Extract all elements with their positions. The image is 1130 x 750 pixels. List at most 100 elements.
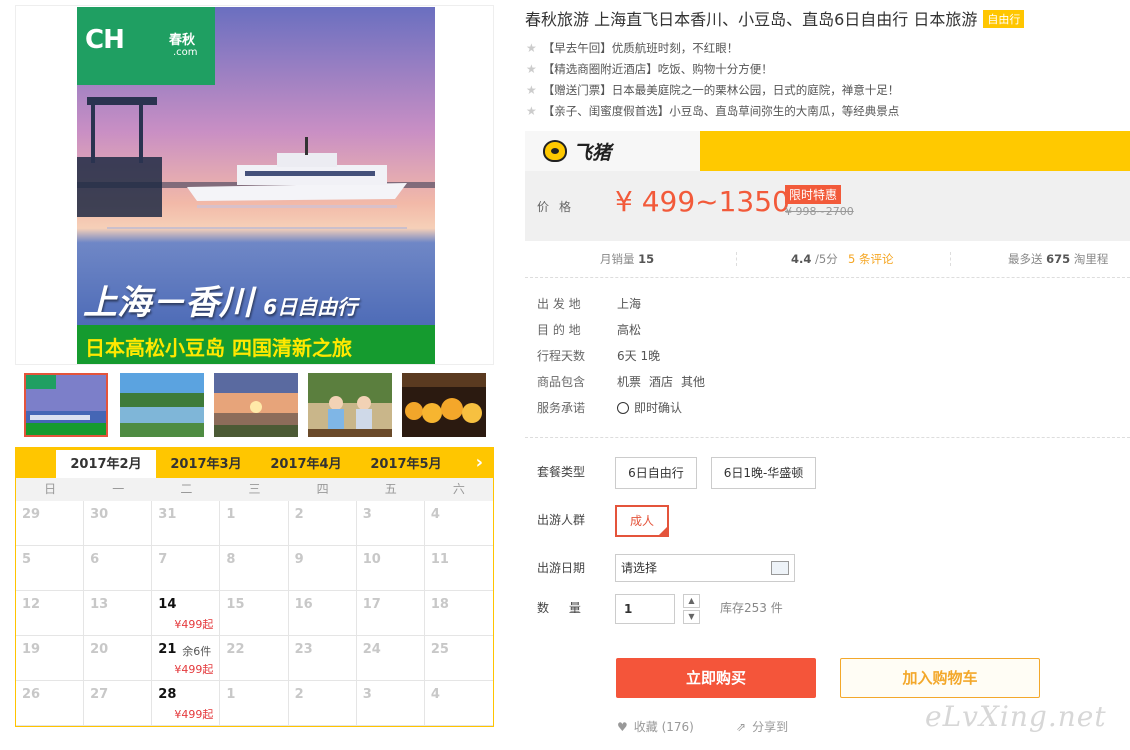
travel-date-label: 出游日期 — [537, 561, 586, 575]
calendar-day-cell: 15 — [220, 591, 289, 636]
calendar-day-cell[interactable]: 21 余6件 ¥499起 — [152, 636, 221, 681]
day-number: 13 — [90, 597, 109, 612]
day-number: 10 — [362, 552, 381, 567]
day-number: 29 — [22, 507, 41, 522]
calendar-day-cell: 26 — [16, 681, 85, 726]
product-title: 春秋旅游 上海直飞日本香川、小豆岛、直岛6日自由行 日本旅游 自由行 — [525, 6, 1025, 30]
thumbnail-1[interactable] — [24, 373, 108, 437]
product-poster: CH 春秋 .com 上海－香川 6日自由行 日本高松小豆岛 四国清新之旅 — [77, 7, 435, 364]
calendar-day-cell: 17 — [356, 591, 425, 636]
traveler-adult-option[interactable]: 成人 — [615, 505, 669, 537]
day-number: 2 — [294, 687, 304, 702]
add-to-cart-button[interactable]: 加入购物车 — [840, 658, 1040, 698]
calendar-day-cell: 19 — [16, 636, 85, 681]
calendar-day-cell: 30 — [84, 501, 153, 546]
confirm-check-icon — [617, 402, 629, 414]
day-number: 22 — [226, 642, 245, 657]
day-number: 30 — [90, 507, 109, 522]
calendar-day-cell: 25 — [424, 636, 493, 681]
calendar-day-cell: 23 — [288, 636, 357, 681]
thumbnail-4[interactable] — [308, 373, 392, 437]
calendar-day-cell[interactable]: 28 ¥499起 — [152, 681, 221, 726]
month-tab-2[interactable]: 2017年3月 — [156, 450, 256, 478]
feature-text: 【早去午回】优质航班时刻，不红眼！ — [542, 41, 739, 55]
logo-cn: 春秋 — [169, 33, 196, 48]
original-price: ¥ 998~2700 — [785, 205, 854, 218]
favorite-link[interactable]: ♥ 收藏 (176) — [617, 718, 694, 735]
stock-count: 库存253 件 — [720, 601, 783, 615]
calendar-day-cell: 11 — [424, 546, 493, 591]
feature-item: ★ 【赠送门票】日本最美庭院之一的栗林公园，日式的庭院，禅意十足！ — [526, 80, 899, 101]
calendar-weekdays: 日 一 二 三 四 五 六 — [16, 478, 493, 501]
next-month-icon[interactable]: › — [476, 452, 483, 473]
buy-now-button[interactable]: 立即购买 — [616, 658, 816, 698]
calendar-icon[interactable] — [771, 561, 789, 575]
heart-icon: ♥ — [617, 720, 628, 734]
month-tab-4[interactable]: 2017年5月 — [356, 450, 456, 478]
monthly-sales: 月销量 15 — [600, 252, 655, 266]
day-number: 26 — [22, 687, 41, 702]
calendar-day-cell: 3 — [356, 501, 425, 546]
feature-list: ★ 【早去午回】优质航班时刻，不红眼！ ★ 【精选商圈附近酒店】吃饭、购物十分方便！… — [526, 38, 899, 122]
day-number: 4 — [430, 507, 440, 522]
poster-logo: CH 春秋 .com — [77, 7, 215, 85]
day-number: 6 — [90, 552, 100, 567]
share-link[interactable]: ⇗ 分享到 — [736, 718, 788, 735]
date-placeholder: 请选择 — [621, 561, 658, 575]
thumbnail-3[interactable] — [214, 373, 298, 437]
poster-duration: 6日自由行 — [263, 295, 358, 319]
promo-badge: 限时特惠 — [785, 185, 842, 204]
day-number: 15 — [226, 597, 245, 612]
travel-date-input[interactable]: 请选择 — [615, 554, 795, 582]
calendar-month-tabs: 2017年2月 2017年3月 2017年4月 2017年5月 › — [16, 448, 493, 478]
calendar-day-cell: 1 — [220, 501, 289, 546]
day-number: 25 — [430, 642, 449, 657]
star-icon: ★ — [526, 41, 537, 55]
day-number: 2 — [294, 507, 304, 522]
calendar-day-cell: 5 — [16, 546, 85, 591]
day-number: 16 — [294, 597, 313, 612]
calendar-day-cell: 8 — [220, 546, 289, 591]
info-includes: 商品包含 机票 酒店 其他 — [537, 375, 706, 389]
calendar-day-cell: 4 — [424, 681, 493, 726]
package-option-1[interactable]: 6日自由行 — [615, 457, 697, 489]
day-number: 1 — [226, 687, 236, 702]
thumbnail-5[interactable] — [402, 373, 486, 437]
traveler-type-label: 出游人群 — [537, 513, 586, 527]
main-product-image[interactable]: CH 春秋 .com 上海－香川 6日自由行 日本高松小豆岛 四国清新之旅 — [15, 5, 494, 365]
day-number: 8 — [226, 552, 236, 567]
weekday-label: 一 — [112, 482, 125, 496]
day-number: 7 — [158, 552, 168, 567]
day-number: 28 — [158, 687, 177, 702]
quantity-up-icon[interactable]: ▲ — [683, 594, 700, 608]
calendar-day-cell: 7 — [152, 546, 221, 591]
calendar-day-cell: 10 — [356, 546, 425, 591]
sales-stats: 月销量 15 4.4 /5分 5 条评论 最多送 675 淘里程 — [525, 245, 1130, 275]
review-count-link[interactable]: 5 条评论 — [848, 251, 893, 267]
calendar-day-cell: 3 — [356, 681, 425, 726]
quantity-input[interactable]: 1 — [615, 594, 675, 624]
calendar-day-cell[interactable]: 14 ¥499起 — [152, 591, 221, 636]
quantity-down-icon[interactable]: ▼ — [683, 610, 700, 624]
month-tab-3[interactable]: 2017年4月 — [256, 450, 356, 478]
fliggy-brand: 飞猪 — [573, 142, 612, 164]
package-option-2[interactable]: 6日1晚-华盛顿 — [711, 457, 816, 489]
calendar-day-cell: 13 — [84, 591, 153, 636]
month-tab-1[interactable]: 2017年2月 — [56, 450, 156, 478]
day-number: 12 — [22, 597, 41, 612]
feature-item: ★ 【早去午回】优质航班时刻，不红眼！ — [526, 38, 899, 59]
star-icon: ★ — [526, 62, 537, 76]
quantity-label: 数 量 — [537, 601, 589, 615]
calendar-grid: 29 30 31 1 2 3 4 5 6 7 8 9 10 11 12 13 14 ¥499起 15 16 17 18 19… — [16, 501, 493, 726]
day-number: 31 — [158, 507, 177, 522]
free-travel-badge: 自由行 — [983, 10, 1025, 28]
day-price: ¥499起 — [174, 618, 214, 631]
day-number: 1 — [226, 507, 236, 522]
points-reward: 最多送 675 淘里程 — [1008, 252, 1109, 266]
day-number: 21 — [158, 642, 177, 657]
day-number: 19 — [22, 642, 41, 657]
calendar-day-cell: 18 — [424, 591, 493, 636]
weekday-label: 日 — [44, 482, 57, 496]
poster-tagline-bar: 日本高松小豆岛 四国清新之旅 — [77, 325, 435, 364]
thumbnail-2[interactable] — [120, 373, 204, 437]
